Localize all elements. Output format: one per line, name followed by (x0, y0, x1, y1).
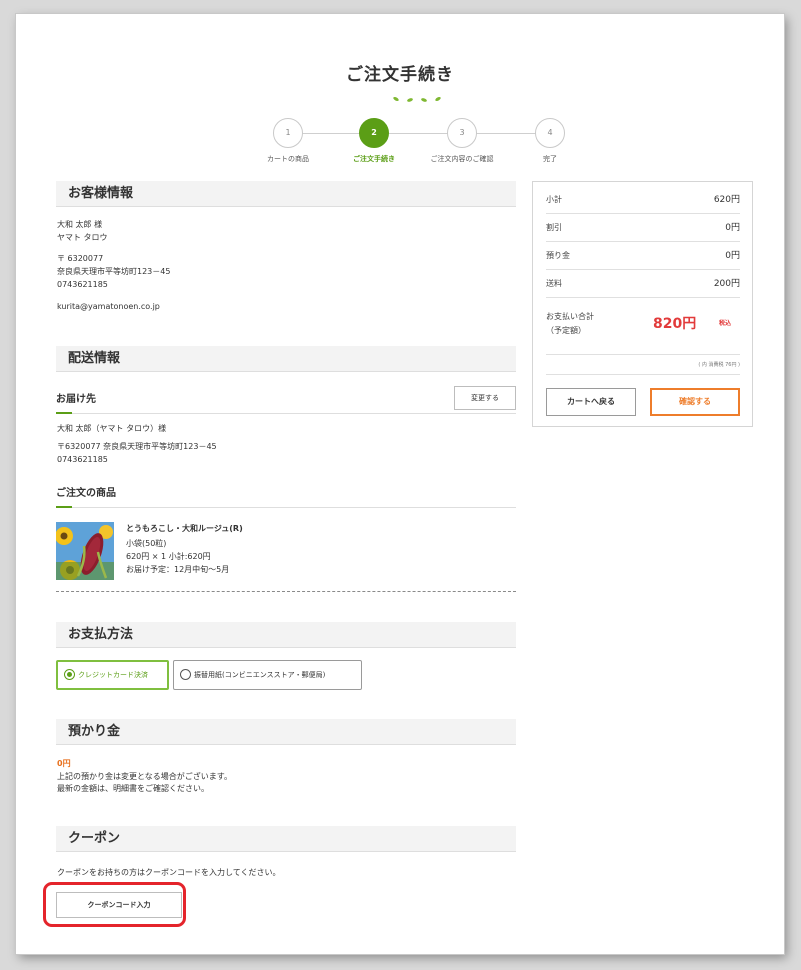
summary-row-deposit: 預り金 0円 (546, 242, 740, 270)
summary-row-subtotal: 小計 620円 (546, 186, 740, 214)
shipping-info-heading: 配送情報 (56, 346, 516, 372)
payment-option-transfer-slip[interactable]: 振替用紙(コンビニエンスストア・郵便局) (173, 660, 362, 690)
confirm-button[interactable]: 確認する (650, 388, 740, 416)
summary-label: 小計 (546, 195, 562, 204)
delivery-destination-label: お届け先 (56, 394, 96, 405)
checkout-stepper: 1 カートの商品 2 ご注文手続き 3 ご注文内容のご確認 4 完了 (244, 118, 584, 168)
payment-option-credit-card[interactable]: クレジットカード決済 (56, 660, 169, 690)
product-delivery: お届け予定：12月中旬～5月 (126, 565, 230, 574)
customer-kana: ヤマト タロウ (57, 233, 108, 242)
divider (56, 591, 516, 592)
summary-value: 0円 (725, 223, 740, 233)
divider (546, 374, 740, 375)
radio-selected-icon (64, 669, 75, 680)
customer-email: kurita@yamatonoen.co.jp (57, 302, 160, 311)
payment-option-label: 振替用紙(コンビニエンスストア・郵便局) (194, 671, 326, 679)
leaf-decoration-icon (393, 96, 441, 102)
summary-label: 送料 (546, 279, 562, 288)
step-confirm: 3 ご注文内容のご確認 (422, 118, 502, 164)
step-number: 2 (359, 118, 389, 148)
step-number: 3 (447, 118, 477, 148)
customer-phone: 0743621185 (57, 280, 108, 289)
shipping-name: 大和 太郎（ヤマト タロウ）様 (57, 424, 167, 433)
highlight-box (43, 882, 186, 927)
step-number: 4 (535, 118, 565, 148)
change-address-button[interactable]: 変更する (454, 386, 516, 410)
total-label-line1: お支払い合計 (546, 312, 594, 321)
customer-address: 奈良県天理市平等坊町123－45 (57, 267, 171, 276)
coupon-heading: クーポン (56, 826, 516, 852)
step-complete: 4 完了 (510, 118, 590, 164)
summary-row-discount: 割引 0円 (546, 214, 740, 242)
product-qty-price: 620円 × 1 小計:620円 (126, 552, 211, 561)
summary-row-shipping: 送料 200円 (546, 270, 740, 298)
step-procedure: 2 ご注文手続き (334, 118, 414, 164)
radio-unselected-icon (180, 669, 191, 680)
summary-label: 預り金 (546, 251, 570, 260)
payment-method-heading: お支払方法 (56, 622, 516, 648)
shipping-address: 〒6320077 奈良県天理市平等坊町123－45 (57, 442, 217, 451)
summary-label: 割引 (546, 223, 562, 232)
order-items-heading: ご注文の商品 (56, 486, 516, 508)
order-items-label: ご注文の商品 (56, 488, 116, 499)
summary-value: 0円 (725, 251, 740, 261)
product-name: とうもろこし・大和ルージュ(R) (126, 524, 243, 533)
customer-info-heading: お客様情報 (56, 181, 516, 207)
page-title: ご注文手続き (346, 65, 454, 85)
step-label: カートの商品 (267, 155, 309, 163)
heading-accent (56, 506, 72, 508)
total-label-line2: （予定額） (546, 326, 586, 335)
tax-note: ( 内 消費税 76円 ) (546, 354, 740, 368)
summary-value: 200円 (713, 279, 740, 289)
coupon-note: クーポンをお持ちの方はクーポンコードを入力してください。 (57, 868, 281, 877)
step-label: ご注文内容のご確認 (430, 155, 494, 163)
page-frame: ご注文手続き 1 カートの商品 2 ご注文手続き 3 ご注文内容のご確認 4 完… (16, 14, 784, 954)
tax-included-label: 税込 (719, 320, 732, 327)
order-summary-card: 小計 620円 割引 0円 預り金 0円 送料 200円 お支払い合計 （予定額… (532, 181, 753, 427)
customer-name: 大和 太郎 様 (57, 220, 103, 229)
delivery-destination-heading: お届け先 (56, 392, 516, 414)
customer-postal: 〒 6320077 (57, 254, 104, 263)
deposit-heading: 預かり金 (56, 719, 516, 745)
deposit-note-1: 上記の預かり金は変更となる場合がございます。 (57, 772, 232, 781)
step-label: ご注文手続き (353, 155, 395, 163)
payment-option-label: クレジットカード決済 (78, 671, 148, 679)
total-value: 820円 (653, 316, 697, 332)
step-label: 完了 (543, 155, 557, 163)
heading-accent (56, 412, 72, 414)
summary-value: 620円 (713, 195, 740, 205)
step-cart: 1 カートの商品 (248, 118, 328, 164)
product-variant: 小袋(50粒) (126, 539, 167, 548)
shipping-phone: 0743621185 (57, 455, 108, 464)
total-label: お支払い合計 （予定額） (546, 310, 594, 338)
back-to-cart-button[interactable]: カートへ戻る (546, 388, 636, 416)
deposit-amount: 0円 (57, 759, 71, 768)
step-number: 1 (273, 118, 303, 148)
deposit-note-2: 最新の金額は、明細書をご確認ください。 (57, 784, 209, 793)
product-image (56, 522, 114, 580)
